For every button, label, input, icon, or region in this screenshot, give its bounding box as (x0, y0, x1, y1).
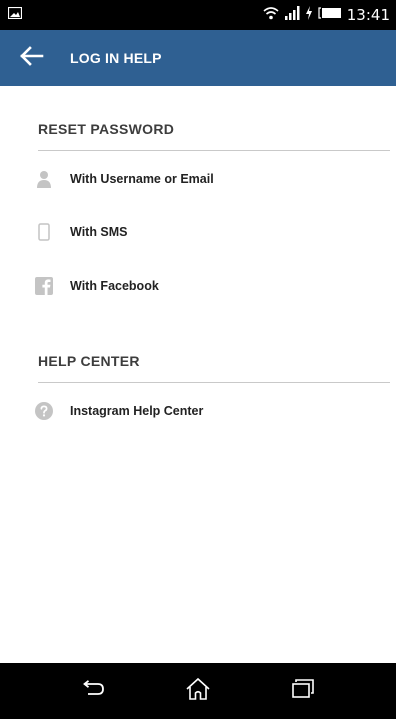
login-help-screen: 13:41 LOG IN HELP RESET PASSWORD With Us… (0, 0, 396, 719)
status-time: 13:41 (346, 6, 390, 24)
app-bar: LOG IN HELP (0, 30, 396, 86)
battery-icon (318, 6, 342, 24)
status-bar: 13:41 (0, 0, 396, 30)
signal-icon (284, 5, 300, 25)
username-email-label: With Username or Email (70, 172, 214, 186)
back-button[interactable] (10, 30, 54, 86)
instagram-help-center-label: Instagram Help Center (70, 404, 204, 418)
facebook-option[interactable]: With Facebook (30, 262, 390, 310)
help-circle-icon (30, 397, 58, 425)
person-icon (30, 165, 58, 193)
phone-icon (30, 218, 58, 246)
help-center-header: HELP CENTER (38, 353, 140, 369)
back-icon (80, 679, 106, 703)
facebook-icon (30, 272, 58, 300)
facebook-label: With Facebook (70, 279, 159, 293)
sms-label: With SMS (70, 225, 128, 239)
sms-option[interactable]: With SMS (30, 208, 390, 256)
nav-home-button[interactable] (168, 663, 228, 719)
home-icon (185, 677, 211, 706)
help-center-divider (38, 382, 390, 383)
nav-back-button[interactable] (63, 663, 123, 719)
recent-apps-icon (291, 678, 315, 704)
reset-password-divider (38, 150, 390, 151)
system-nav-bar (0, 663, 396, 719)
picture-notification-icon (7, 6, 23, 24)
reset-password-header: RESET PASSWORD (38, 121, 175, 137)
instagram-help-center-option[interactable]: Instagram Help Center (30, 387, 390, 435)
wifi-icon (263, 6, 279, 25)
nav-recent-apps-button[interactable] (273, 663, 333, 719)
username-email-option[interactable]: With Username or Email (30, 155, 390, 203)
page-title: LOG IN HELP (70, 50, 162, 66)
charging-icon (305, 5, 313, 25)
arrow-left-icon (20, 45, 44, 71)
